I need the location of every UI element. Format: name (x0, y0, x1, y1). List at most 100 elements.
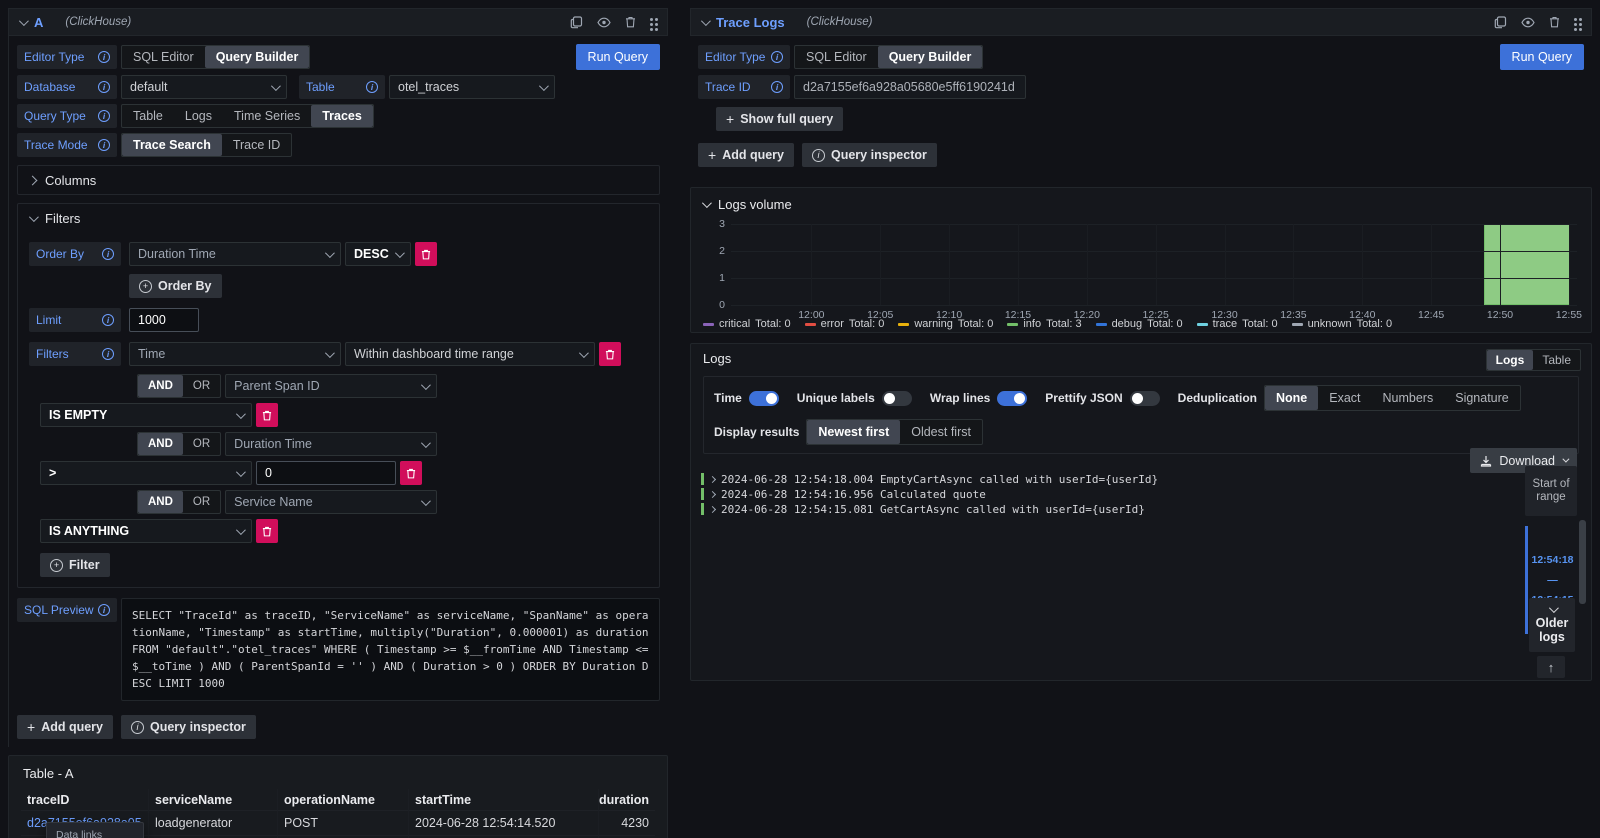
option-or[interactable]: OR (183, 375, 220, 397)
log-line[interactable]: 2024-06-28 12:54:16.956 Calculated quote (701, 487, 1511, 501)
option-table[interactable]: Table (122, 105, 174, 127)
older-logs-button[interactable]: Older logs (1529, 598, 1575, 652)
trash-icon[interactable] (625, 16, 636, 28)
option-exact[interactable]: Exact (1318, 386, 1371, 410)
query-header-a[interactable]: A (ClickHouse) (8, 8, 668, 36)
drag-handle-icon[interactable] (1574, 18, 1577, 21)
filter-field-select[interactable]: Time (129, 342, 341, 366)
run-query-button[interactable]: Run Query (576, 44, 660, 70)
table-select[interactable]: otel_traces (389, 75, 555, 99)
legend-item[interactable]: unknownTotal: 0 (1292, 318, 1393, 330)
eye-icon[interactable] (597, 17, 611, 28)
remove-condition-button[interactable] (256, 403, 278, 427)
remove-order-by-button[interactable] (415, 242, 437, 266)
option-or[interactable]: OR (183, 433, 220, 455)
legend-item[interactable]: errorTotal: 0 (805, 318, 885, 330)
option-logs-view[interactable]: Logs (1487, 350, 1534, 370)
time-toggle[interactable] (749, 391, 779, 406)
col-operationname[interactable]: operationName (278, 789, 409, 811)
info-icon[interactable]: i (98, 604, 110, 616)
legend-item[interactable]: criticalTotal: 0 (703, 318, 791, 330)
option-and[interactable]: AND (138, 433, 183, 455)
option-time-series[interactable]: Time Series (223, 105, 311, 127)
option-logs[interactable]: Logs (174, 105, 223, 127)
add-query-button[interactable]: +Add query (698, 143, 794, 167)
remove-filter-button[interactable] (599, 342, 621, 366)
condition-operator-select[interactable]: IS ANYTHING (40, 519, 252, 543)
col-servicename[interactable]: serviceName (149, 789, 278, 811)
duplicate-icon[interactable] (1494, 16, 1507, 29)
filter-value-select[interactable]: Within dashboard time range (345, 342, 595, 366)
option-signature[interactable]: Signature (1444, 386, 1520, 410)
legend-item[interactable]: warningTotal: 0 (898, 318, 993, 330)
log-line[interactable]: 2024-06-28 12:54:18.004 EmptyCartAsync c… (701, 472, 1511, 486)
col-traceid[interactable]: traceID (21, 789, 149, 811)
condition-field-select[interactable]: Service Name (225, 490, 437, 514)
remove-condition-button[interactable] (256, 519, 278, 543)
legend-item[interactable]: traceTotal: 0 (1197, 318, 1278, 330)
condition-field-select[interactable]: Duration Time (225, 432, 437, 456)
add-filter-button[interactable]: + Filter (40, 553, 110, 577)
col-duration[interactable]: duration (599, 789, 655, 811)
expand-chevron-icon[interactable] (709, 490, 716, 497)
option-numbers[interactable]: Numbers (1372, 386, 1445, 410)
option-trace-search[interactable]: Trace Search (122, 134, 222, 156)
order-by-field-select[interactable]: Duration Time (129, 242, 341, 266)
info-icon[interactable]: i (102, 248, 114, 260)
collapse-icon[interactable] (701, 16, 711, 26)
option-and[interactable]: AND (138, 491, 183, 513)
limit-input[interactable]: 1000 (129, 308, 199, 332)
option-table-view[interactable]: Table (1533, 350, 1580, 370)
unique-labels-toggle[interactable] (882, 391, 912, 406)
condition-value-input[interactable]: 0 (256, 461, 396, 485)
scrollbar-thumb[interactable] (1579, 520, 1586, 604)
option-query-builder[interactable]: Query Builder (205, 46, 310, 68)
info-icon[interactable]: i (98, 110, 110, 122)
expand-chevron-icon[interactable] (709, 505, 716, 512)
query-inspector-button[interactable]: iQuery inspector (121, 715, 256, 739)
option-none[interactable]: None (1265, 386, 1318, 410)
database-select[interactable]: default (121, 75, 287, 99)
option-traces[interactable]: Traces (311, 105, 373, 127)
condition-operator-select[interactable]: IS EMPTY (40, 403, 252, 427)
option-or[interactable]: OR (183, 491, 220, 513)
filters-section-header[interactable]: Filters (18, 204, 659, 232)
info-icon[interactable]: i (98, 139, 110, 151)
option-sql-editor[interactable]: SQL Editor (795, 46, 878, 68)
columns-section-header[interactable]: Columns (18, 166, 659, 194)
option-query-builder[interactable]: Query Builder (878, 46, 983, 68)
info-icon[interactable]: i (102, 314, 114, 326)
legend-item[interactable]: infoTotal: 3 (1007, 318, 1081, 330)
collapse-icon[interactable] (19, 16, 29, 26)
legend-item[interactable]: debugTotal: 0 (1096, 318, 1183, 330)
scroll-to-top-button[interactable]: ↑ (1537, 656, 1565, 678)
option-sql-editor[interactable]: SQL Editor (122, 46, 205, 68)
drag-handle-icon[interactable] (650, 18, 653, 21)
col-starttime[interactable]: startTime (409, 789, 599, 811)
show-full-query-button[interactable]: +Show full query (716, 107, 843, 131)
wrap-lines-toggle[interactable] (997, 391, 1027, 406)
info-bar[interactable] (1484, 224, 1570, 305)
info-icon[interactable]: i (771, 81, 783, 93)
info-icon[interactable]: i (98, 51, 110, 63)
query-inspector-button[interactable]: iQuery inspector (802, 143, 937, 167)
option-oldest-first[interactable]: Oldest first (900, 420, 982, 444)
option-and[interactable]: AND (138, 375, 183, 397)
run-query-button[interactable]: Run Query (1500, 44, 1584, 70)
logs-volume-header[interactable]: Logs volume (691, 188, 1591, 212)
eye-icon[interactable] (1521, 17, 1535, 28)
info-icon[interactable]: i (102, 348, 114, 360)
duplicate-icon[interactable] (570, 16, 583, 29)
order-by-direction-select[interactable]: DESC (345, 242, 411, 266)
trace-id-input[interactable]: d2a7155ef6a928a05680e5ff6190241d (794, 75, 1026, 99)
remove-condition-button[interactable] (400, 461, 422, 485)
info-icon[interactable]: i (771, 51, 783, 63)
condition-operator-select[interactable]: > (40, 461, 252, 485)
option-newest-first[interactable]: Newest first (807, 420, 900, 444)
info-icon[interactable]: i (98, 81, 110, 93)
add-order-by-button[interactable]: + Order By (129, 274, 222, 298)
trash-icon[interactable] (1549, 16, 1560, 28)
expand-chevron-icon[interactable] (709, 475, 716, 482)
log-line[interactable]: 2024-06-28 12:54:15.081 GetCartAsync cal… (701, 502, 1511, 516)
trace-logs-header[interactable]: Trace Logs (ClickHouse) (690, 8, 1592, 36)
